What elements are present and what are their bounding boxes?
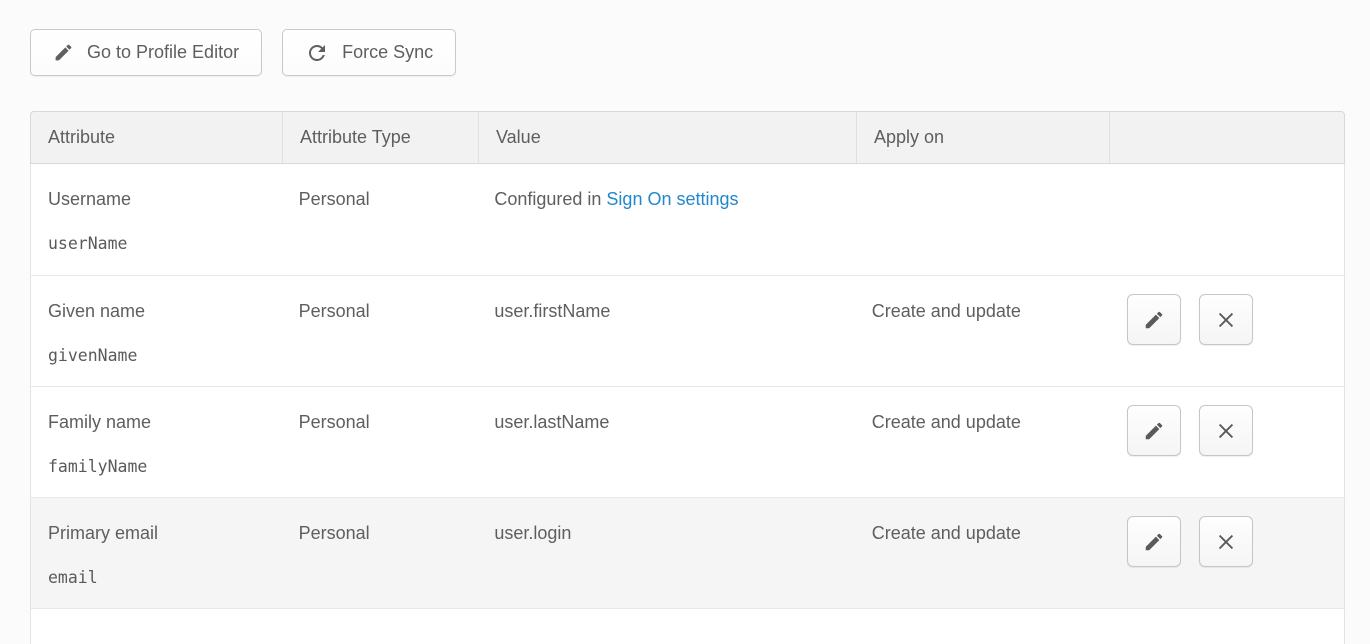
pencil-icon — [1143, 420, 1165, 442]
apply-on-cell: Create and update — [855, 387, 1108, 497]
actions-cell — [1107, 387, 1344, 497]
close-icon — [1215, 531, 1237, 553]
attribute-variable-name: email — [48, 567, 272, 588]
table-row-family-name: Family name familyName Personal user.las… — [30, 387, 1345, 498]
actions-cell — [1107, 276, 1344, 386]
delete-mapping-button[interactable] — [1199, 405, 1253, 456]
apply-on-cell — [855, 164, 1108, 275]
value-text: Configured in — [494, 189, 606, 209]
attribute-type-cell: Personal — [282, 276, 478, 386]
table-header: Attribute Attribute Type Value Apply on — [30, 111, 1345, 164]
actions-cell — [1107, 164, 1344, 275]
actions-cell — [1107, 498, 1344, 608]
attribute-type-cell: Personal — [282, 387, 478, 497]
edit-mapping-button[interactable] — [1127, 405, 1181, 456]
attribute-cell: Given name givenName — [31, 276, 282, 386]
header-attribute-type: Attribute Type — [282, 112, 478, 163]
apply-on-cell: Create and update — [855, 276, 1108, 386]
table-row-primary-email: Primary email email Personal user.login … — [30, 498, 1345, 609]
attribute-cell: Primary email email — [31, 498, 282, 608]
table-row-username: Username userName Personal Configured in… — [30, 164, 1345, 276]
force-sync-button[interactable]: Force Sync — [282, 29, 456, 76]
pencil-icon — [1143, 309, 1165, 331]
go-to-profile-editor-label: Go to Profile Editor — [87, 42, 239, 63]
attribute-variable-name: familyName — [48, 456, 272, 477]
close-icon — [1215, 309, 1237, 331]
value-cell: user.firstName — [477, 276, 854, 386]
force-sync-label: Force Sync — [342, 42, 433, 63]
delete-mapping-button[interactable] — [1199, 294, 1253, 345]
close-icon — [1215, 420, 1237, 442]
pencil-icon — [1143, 531, 1165, 553]
attribute-mappings-page: Go to Profile Editor Force Sync Attribut… — [0, 0, 1370, 644]
table-row-partial — [30, 609, 1345, 644]
header-actions — [1109, 112, 1344, 163]
table-row-given-name: Given name givenName Personal user.first… — [30, 276, 1345, 387]
sign-on-settings-link[interactable]: Sign On settings — [606, 189, 738, 209]
header-attribute: Attribute — [31, 112, 282, 163]
delete-mapping-button[interactable] — [1199, 516, 1253, 567]
edit-mapping-button[interactable] — [1127, 294, 1181, 345]
value-cell: user.login — [477, 498, 854, 608]
attribute-label: Username — [48, 189, 272, 210]
attribute-label: Primary email — [48, 523, 272, 544]
pencil-icon — [53, 42, 74, 63]
attribute-cell: Username userName — [31, 164, 282, 275]
header-value: Value — [478, 112, 856, 163]
attribute-type-cell: Personal — [282, 164, 478, 275]
value-cell: user.lastName — [477, 387, 854, 497]
attribute-variable-name: userName — [48, 233, 272, 254]
header-apply-on: Apply on — [856, 112, 1109, 163]
attribute-label: Given name — [48, 301, 272, 322]
refresh-icon — [305, 41, 329, 65]
go-to-profile-editor-button[interactable]: Go to Profile Editor — [30, 29, 262, 76]
apply-on-cell: Create and update — [855, 498, 1108, 608]
attribute-label: Family name — [48, 412, 272, 433]
value-cell: Configured in Sign On settings — [477, 164, 854, 275]
edit-mapping-button[interactable] — [1127, 516, 1181, 567]
attribute-variable-name: givenName — [48, 345, 272, 366]
attribute-type-cell: Personal — [282, 498, 478, 608]
attribute-cell: Family name familyName — [31, 387, 282, 497]
attribute-mappings-table: Attribute Attribute Type Value Apply on … — [30, 111, 1345, 644]
toolbar: Go to Profile Editor Force Sync — [30, 29, 456, 76]
